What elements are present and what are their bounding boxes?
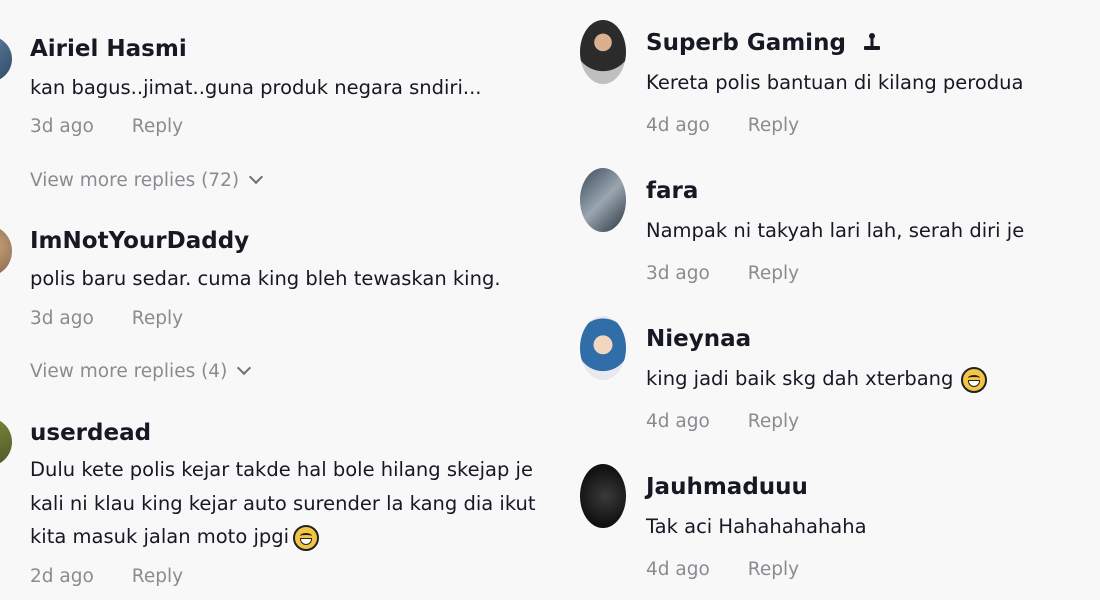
rolling-laughing-emoji-icon: [293, 524, 320, 551]
comment-username[interactable]: Superb Gaming: [646, 30, 882, 56]
comment-time: 3d ago: [646, 263, 710, 284]
avatar[interactable]: [580, 20, 626, 84]
avatar[interactable]: [0, 418, 12, 466]
reply-button[interactable]: Reply: [132, 116, 183, 137]
comment-meta: 4d ago Reply: [646, 411, 799, 432]
comment-meta: 3d ago Reply: [646, 263, 799, 284]
comment-text-line: kita masuk jalan moto jpgi: [30, 519, 320, 554]
left-comment-column: Airiel Hasmi kan bagus..jimat..guna prod…: [0, 0, 580, 600]
reply-button[interactable]: Reply: [748, 115, 799, 136]
comment-text: Kereta polis bantuan di kilang perodua: [646, 71, 1024, 94]
comment-username[interactable]: ImNotYourDaddy: [30, 228, 249, 254]
comment-username[interactable]: fara: [646, 178, 698, 204]
joystick-icon: [863, 33, 880, 50]
avatar[interactable]: [0, 36, 12, 82]
comment-meta: 4d ago Reply: [646, 115, 799, 136]
comment-time: 4d ago: [646, 411, 710, 432]
comment-username[interactable]: userdead: [30, 420, 151, 446]
comment-text-line: king jadi baik skg dah xterbang: [646, 361, 988, 396]
view-more-replies-label: View more replies (72): [30, 170, 240, 191]
comment-text: kita masuk jalan moto jpgi: [30, 525, 290, 548]
comment-time: 3d ago: [30, 116, 94, 137]
comment-username[interactable]: Airiel Hasmi: [30, 36, 187, 62]
view-more-replies-button[interactable]: View more replies (4): [30, 360, 252, 382]
comment-text: king jadi baik skg dah xterbang: [646, 367, 954, 390]
comment-text: Nampak ni takyah lari lah, serah diri je: [646, 219, 1025, 242]
comment-text: kan bagus..jimat..guna produk negara snd…: [30, 76, 482, 99]
comment-text: kali ni klau king kejar auto surender la…: [30, 492, 536, 515]
comment-text: Tak aci Hahahahahaha: [646, 515, 867, 538]
comment-text: Dulu kete polis kejar takde hal bole hil…: [30, 458, 533, 481]
comment-meta: 2d ago Reply: [30, 566, 183, 587]
grinning-sweat-emoji-icon: [961, 366, 988, 393]
comment-username[interactable]: Jauhmaduuu: [646, 474, 808, 500]
username-label: Superb Gaming: [646, 30, 846, 56]
comment-time: 2d ago: [30, 566, 94, 587]
comment-time: 3d ago: [30, 308, 94, 329]
avatar[interactable]: [580, 168, 626, 232]
view-more-replies-label: View more replies (4): [30, 361, 228, 382]
reply-button[interactable]: Reply: [132, 308, 183, 329]
comment-username[interactable]: Nieynaa: [646, 326, 751, 352]
comment-meta: 3d ago Reply: [30, 116, 183, 137]
comment-time: 4d ago: [646, 115, 710, 136]
reply-button[interactable]: Reply: [132, 566, 183, 587]
reply-button[interactable]: Reply: [748, 263, 799, 284]
reply-button[interactable]: Reply: [748, 559, 799, 580]
view-more-replies-button[interactable]: View more replies (72): [30, 169, 264, 191]
avatar[interactable]: [580, 316, 626, 380]
right-comment-column: Superb Gaming Kereta polis bantuan di ki…: [580, 0, 1100, 600]
comment-meta: 3d ago Reply: [30, 308, 183, 329]
reply-button[interactable]: Reply: [748, 411, 799, 432]
avatar[interactable]: [0, 226, 12, 276]
chevron-down-icon: [249, 169, 264, 185]
chevron-down-icon: [237, 360, 252, 376]
avatar[interactable]: [580, 464, 626, 528]
comment-text: polis baru sedar. cuma king bleh tewaska…: [30, 267, 501, 290]
comment-time: 4d ago: [646, 559, 710, 580]
comment-meta: 4d ago Reply: [646, 559, 799, 580]
